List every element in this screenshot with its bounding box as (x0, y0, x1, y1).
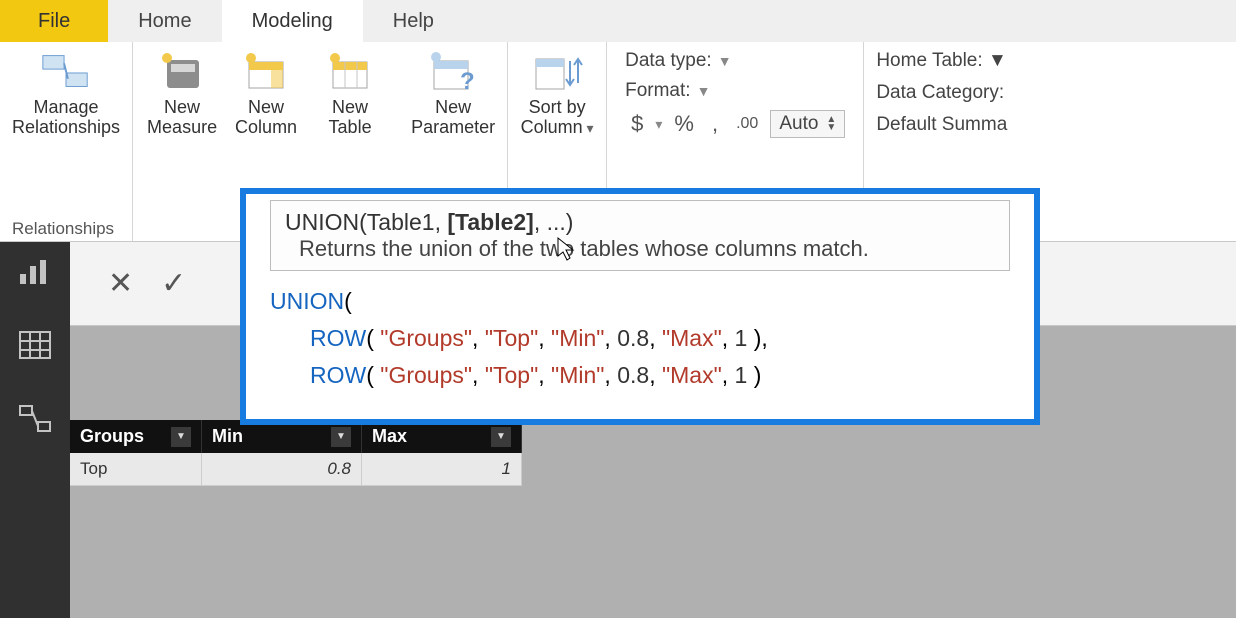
column-header-groups[interactable]: Groups ▼ (70, 420, 202, 453)
table-row: Top 0.8 1 (70, 453, 522, 486)
sort-by-column-label: Sort by Column (521, 98, 594, 138)
format-dropdown[interactable]: ▼ (697, 83, 711, 99)
data-type-dropdown[interactable]: ▼ (718, 53, 732, 69)
cell-max[interactable]: 1 (362, 453, 522, 486)
data-type-label: Data type: (625, 50, 712, 72)
tab-help[interactable]: Help (363, 0, 464, 42)
decimal-auto-label: Auto (779, 113, 818, 135)
home-table-dd[interactable]: ▼ (988, 50, 1007, 71)
left-nav (0, 242, 70, 618)
percent-button[interactable]: % (668, 111, 700, 137)
parameter-icon: ? (426, 48, 480, 96)
data-category-label: Data Category: (876, 82, 1004, 103)
formula-commit-button[interactable]: ✓ (147, 266, 200, 301)
intellisense-tooltip: UNION(Table1, [Table2], ...) Returns the… (270, 200, 1010, 271)
column-filter-icon[interactable]: ▼ (171, 427, 191, 447)
thousands-button[interactable]: , (706, 111, 724, 137)
formula-cancel-button[interactable]: ✕ (94, 266, 147, 301)
mouse-cursor-icon (556, 236, 576, 262)
new-column-button[interactable]: New Column (229, 48, 303, 138)
svg-text:?: ? (460, 68, 475, 95)
table-icon (323, 48, 377, 96)
formula-editor-overlay: UNION(Table1, [Table2], ...) Returns the… (240, 188, 1040, 425)
tab-modeling[interactable]: Modeling (222, 0, 363, 42)
data-view-icon[interactable] (18, 330, 52, 360)
new-table-label: New Table (329, 98, 372, 138)
column-header-label: Groups (80, 426, 144, 447)
manage-relationships-button[interactable]: Manage Relationships (12, 48, 120, 138)
new-column-label: New Column (235, 98, 297, 138)
currency-dd[interactable]: ▾ (655, 116, 662, 133)
formula-code[interactable]: UNION( ROW( "Groups", "Top", "Min", 0.8,… (246, 281, 1034, 393)
column-header-label: Min (212, 426, 243, 447)
sort-by-column-button[interactable]: Sort by Column (520, 48, 594, 138)
sort-icon (530, 48, 584, 96)
report-view-icon[interactable] (18, 256, 52, 286)
cell-min[interactable]: 0.8 (202, 453, 362, 486)
tooltip-signature: UNION(Table1, [Table2], ...) (285, 209, 995, 236)
home-table-label: Home Table: (876, 50, 982, 71)
decimal-button[interactable]: .00 (730, 115, 764, 133)
tab-strip: File Home Modeling Help (0, 0, 1236, 42)
new-table-button[interactable]: New Table (313, 48, 387, 138)
group-label-relationships: Relationships (12, 215, 120, 239)
relationships-icon (39, 48, 93, 96)
new-measure-label: New Measure (147, 98, 217, 138)
cell-groups[interactable]: Top (70, 453, 202, 486)
tooltip-description: Returns the union of the two tables whos… (285, 236, 995, 262)
column-header-label: Max (372, 426, 407, 447)
currency-button[interactable]: $ (625, 111, 649, 137)
new-parameter-button[interactable]: ? New Parameter (411, 48, 495, 138)
column-filter-icon[interactable]: ▼ (331, 427, 351, 447)
tab-home[interactable]: Home (108, 0, 221, 42)
new-parameter-label: New Parameter (411, 98, 495, 138)
manage-relationships-label: Manage Relationships (12, 98, 120, 138)
tab-file[interactable]: File (0, 0, 108, 42)
ribbon-group-relationships: Manage Relationships Relationships (0, 42, 133, 241)
format-label: Format: (625, 80, 690, 102)
data-grid: Groups ▼ Min ▼ Max ▼ Top 0.8 1 (70, 420, 522, 486)
decimal-auto-box[interactable]: Auto ▲▼ (770, 110, 845, 138)
column-icon (239, 48, 293, 96)
model-view-icon[interactable] (18, 404, 52, 434)
new-measure-button[interactable]: New Measure (145, 48, 219, 138)
measure-icon (155, 48, 209, 96)
default-summarization-label: Default Summa (876, 114, 1007, 135)
decimal-spin[interactable]: ▲▼ (826, 116, 836, 132)
column-filter-icon[interactable]: ▼ (491, 427, 511, 447)
